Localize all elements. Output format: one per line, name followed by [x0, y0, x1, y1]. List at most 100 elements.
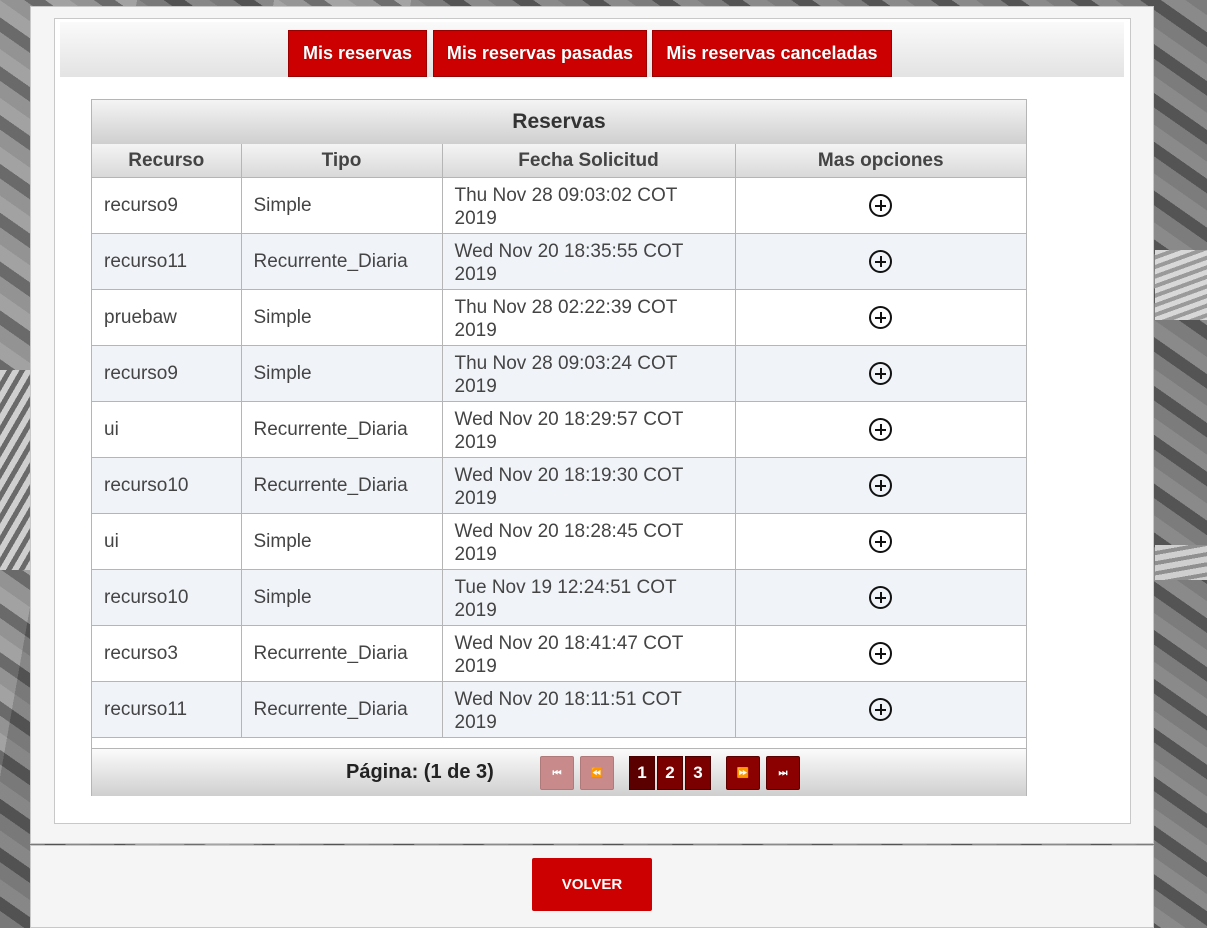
page-1-button[interactable]: 1 [629, 756, 655, 790]
cell-mas-opciones [734, 513, 1026, 570]
cell-recurso: recurso11 [92, 681, 242, 738]
table-row[interactable]: recurso10 Recurrente_Diaria Wed Nov 20 18:… [92, 457, 1026, 514]
background-detail [1155, 545, 1207, 580]
fecha-line: Tue Nov 19 12:24:51 COT [454, 576, 677, 598]
plus-circle-icon[interactable] [869, 194, 893, 217]
tab-mis-reservas-canceladas[interactable]: Mis reservas canceladas [652, 30, 892, 77]
first-page-button[interactable]: ⏮ [540, 756, 574, 790]
cell-recurso: recurso11 [92, 233, 242, 290]
cell-mas-opciones [734, 401, 1026, 458]
plus-circle-icon[interactable] [869, 698, 893, 721]
fecha-year: 2019 [454, 263, 497, 285]
fecha-year: 2019 [454, 207, 497, 229]
plus-circle-icon[interactable] [869, 306, 893, 329]
plus-circle-icon[interactable] [869, 250, 893, 273]
fecha-line: Wed Nov 20 18:11:51 COT [454, 688, 682, 710]
cell-recurso: recurso10 [92, 569, 242, 626]
fecha-year: 2019 [454, 655, 497, 677]
volver-button[interactable]: VOLVER [532, 858, 652, 911]
page-label: Página: (1 de 3) [346, 761, 494, 783]
cell-recurso: recurso9 [92, 177, 242, 234]
cell-recurso: pruebaw [92, 289, 242, 346]
fecha-year: 2019 [454, 319, 497, 341]
plus-circle-icon[interactable] [869, 586, 893, 609]
plus-circle-icon[interactable] [869, 642, 893, 665]
reservations-table: Reservas Recurso Tipo Fecha Solicitud Ma… [91, 99, 1027, 796]
cell-tipo: Simple [240, 513, 443, 570]
fecha-year: 2019 [454, 375, 497, 397]
cell-recurso: recurso9 [92, 345, 242, 402]
table-row[interactable]: recurso11 Recurrente_Diaria Wed Nov 20 18:… [92, 681, 1026, 738]
header-row: Recurso Tipo Fecha Solicitud Mas opcione… [92, 144, 1026, 178]
fecha-line: Thu Nov 28 09:03:02 COT [454, 184, 678, 206]
last-page-icon: ⏭ [778, 767, 788, 779]
plus-circle-icon[interactable] [869, 530, 893, 553]
plus-circle-icon[interactable] [869, 362, 893, 385]
cell-fecha-solicitud: Wed Nov 20 18:19:30 COT 2019 [441, 457, 736, 514]
plus-circle-icon[interactable] [869, 418, 893, 441]
fecha-line: Wed Nov 20 18:41:47 COT [454, 632, 684, 654]
cell-fecha-solicitud: Thu Nov 28 09:03:02 COT 2019 [441, 177, 736, 234]
background-detail [1155, 250, 1207, 320]
fecha-year: 2019 [454, 431, 497, 453]
column-header-recurso[interactable]: Recurso [92, 144, 242, 178]
fecha-line: Wed Nov 20 18:28:45 COT [454, 520, 684, 542]
table-row[interactable]: recurso10 Simple Tue Nov 19 12:24:51 COT 20… [92, 569, 1026, 626]
page-3-button[interactable]: 3 [685, 756, 711, 790]
table-row[interactable]: ui Recurrente_Diaria Wed Nov 20 18:29:57 C… [92, 401, 1026, 458]
table-row[interactable]: recurso3 Recurrente_Diaria Wed Nov 20 18:4… [92, 625, 1026, 682]
table-row[interactable]: ui Simple Wed Nov 20 18:28:45 COT 2019 [92, 513, 1026, 570]
cell-recurso: recurso10 [92, 457, 242, 514]
cell-recurso: recurso3 [92, 625, 242, 682]
cell-tipo: Recurrente_Diaria [240, 457, 443, 514]
cell-fecha-solicitud: Thu Nov 28 09:03:24 COT 2019 [441, 345, 736, 402]
cell-fecha-solicitud: Wed Nov 20 18:35:55 COT 2019 [441, 233, 736, 290]
table-row[interactable]: recurso9 Simple Thu Nov 28 09:03:24 COT 201… [92, 345, 1026, 402]
fecha-year: 2019 [454, 711, 497, 733]
cell-tipo: Simple [240, 177, 443, 234]
cell-fecha-solicitud: Wed Nov 20 18:41:47 COT 2019 [441, 625, 736, 682]
fecha-line: Wed Nov 20 18:35:55 COT [454, 240, 684, 262]
column-header-tipo[interactable]: Tipo [240, 144, 443, 178]
table-caption: Reservas [92, 100, 1026, 145]
cell-tipo: Recurrente_Diaria [240, 233, 443, 290]
table-row[interactable]: pruebaw Simple Thu Nov 28 02:22:39 COT 2019 [92, 289, 1026, 346]
cell-fecha-solicitud: Wed Nov 20 18:29:57 COT 2019 [441, 401, 736, 458]
cell-fecha-solicitud: Tue Nov 19 12:24:51 COT 2019 [441, 569, 736, 626]
page-2-button[interactable]: 2 [657, 756, 683, 790]
next-page-icon: ⏩ [736, 767, 750, 779]
table-row[interactable]: recurso9 Simple Thu Nov 28 09:03:02 COT 201… [92, 177, 1026, 234]
first-page-icon: ⏮ [552, 767, 562, 779]
prev-page-button[interactable]: ⏪ [580, 756, 614, 790]
cell-tipo: Simple [240, 289, 443, 346]
cell-mas-opciones [734, 681, 1026, 738]
cell-tipo: Recurrente_Diaria [240, 625, 443, 682]
cell-mas-opciones [734, 289, 1026, 346]
last-page-button[interactable]: ⏭ [766, 756, 800, 790]
fecha-year: 2019 [454, 487, 497, 509]
reservations-grid: Recurso Tipo Fecha Solicitud Mas opcione… [92, 144, 1026, 738]
cell-tipo: Recurrente_Diaria [240, 681, 443, 738]
cell-tipo: Simple [240, 569, 443, 626]
column-header-fecha-solicitud[interactable]: Fecha Solicitud [441, 144, 736, 178]
fecha-line: Thu Nov 28 02:22:39 COT [454, 296, 678, 318]
cell-mas-opciones [734, 569, 1026, 626]
column-header-mas-opciones: Mas opciones [734, 144, 1026, 178]
cell-fecha-solicitud: Wed Nov 20 18:11:51 COT 2019 [441, 681, 736, 738]
fecha-year: 2019 [454, 599, 497, 621]
tab-mis-reservas-pasadas[interactable]: Mis reservas pasadas [433, 30, 647, 77]
cell-recurso: ui [92, 513, 242, 570]
table-row[interactable]: recurso11 Recurrente_Diaria Wed Nov 20 18:… [92, 233, 1026, 290]
plus-circle-icon[interactable] [869, 474, 893, 497]
cell-fecha-solicitud: Thu Nov 28 02:22:39 COT 2019 [441, 289, 736, 346]
next-page-button[interactable]: ⏩ [726, 756, 760, 790]
cell-mas-opciones [734, 345, 1026, 402]
tab-mis-reservas[interactable]: Mis reservas [288, 30, 427, 77]
cell-mas-opciones [734, 177, 1026, 234]
cell-fecha-solicitud: Wed Nov 20 18:28:45 COT 2019 [441, 513, 736, 570]
fecha-line: Thu Nov 28 09:03:24 COT [454, 352, 678, 374]
fecha-year: 2019 [454, 543, 497, 565]
cell-mas-opciones [734, 457, 1026, 514]
cell-mas-opciones [734, 625, 1026, 682]
cell-mas-opciones [734, 233, 1026, 290]
